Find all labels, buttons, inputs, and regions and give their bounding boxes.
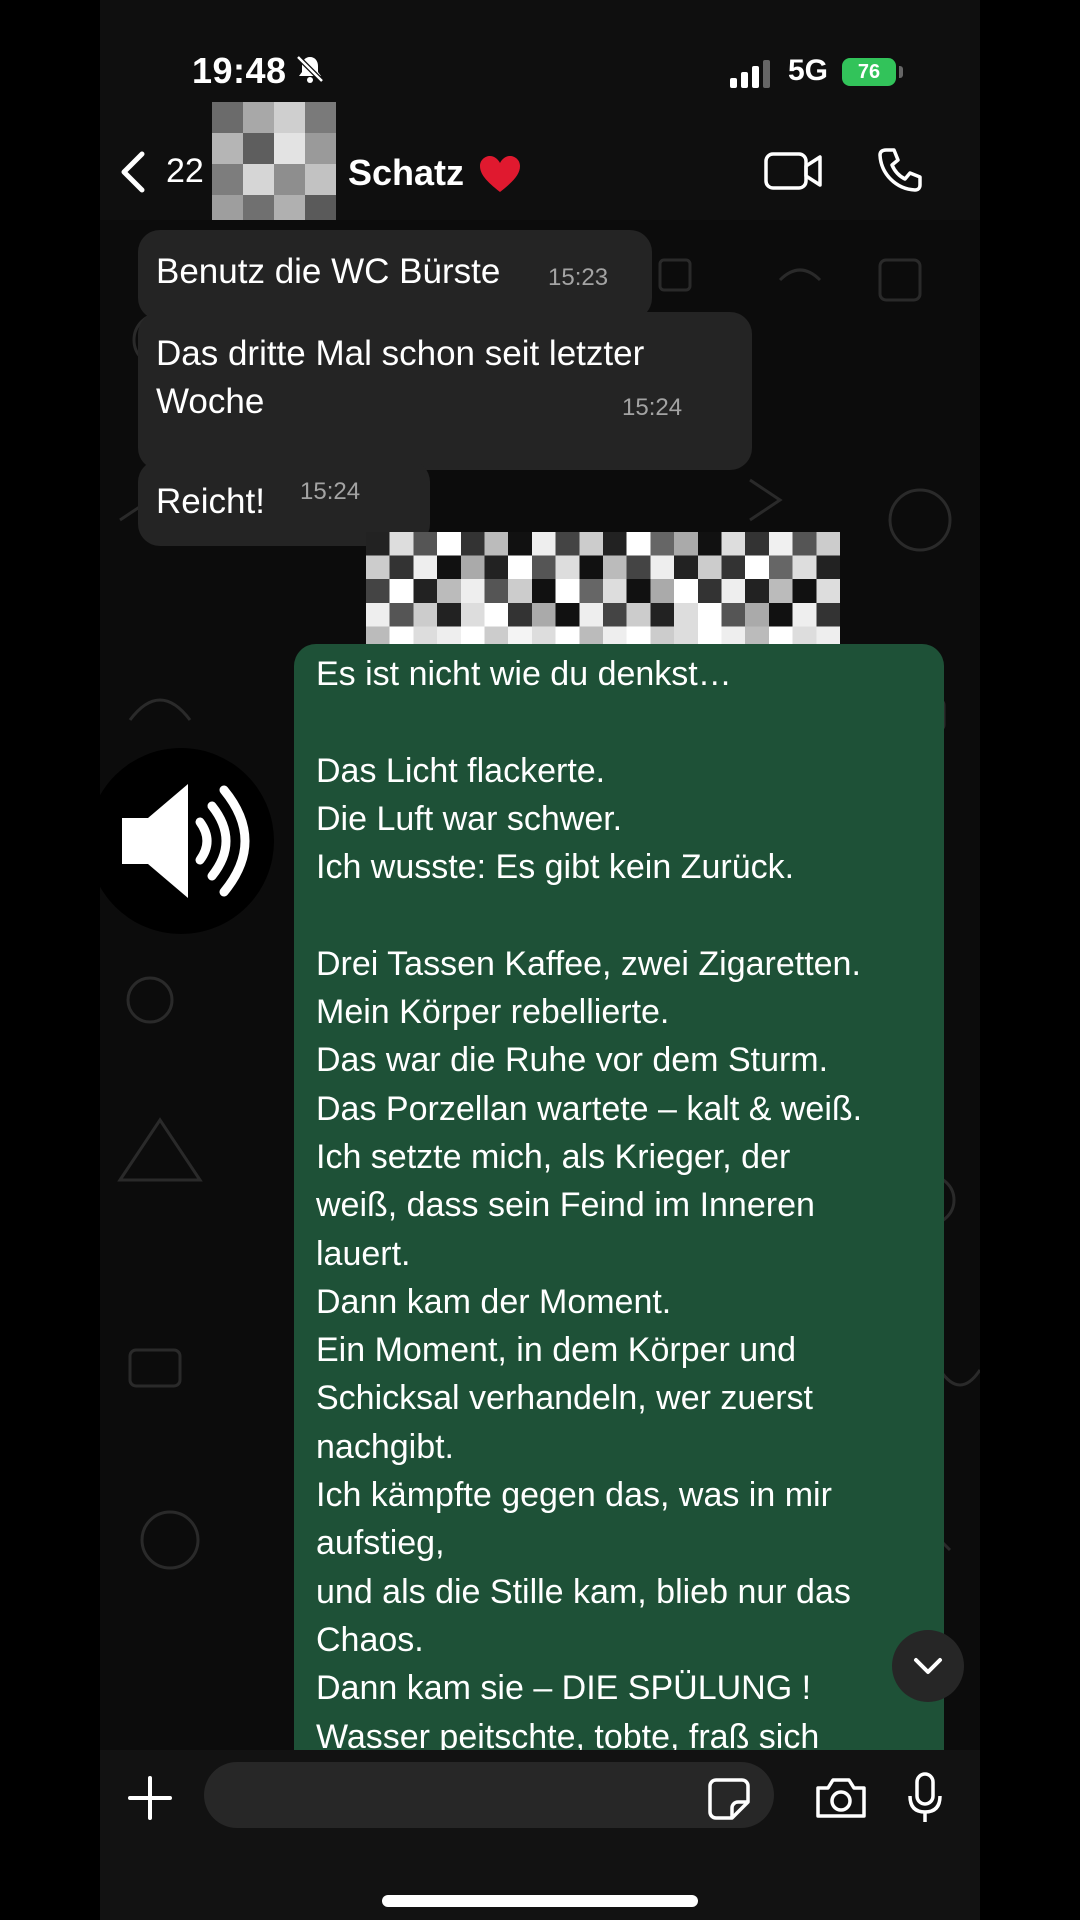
chevron-left-icon[interactable] xyxy=(116,150,152,199)
message-input[interactable] xyxy=(204,1762,774,1828)
network-type: 5G xyxy=(788,54,829,87)
speaker-volume-icon xyxy=(100,748,274,934)
battery-tip xyxy=(899,66,903,78)
plus-icon[interactable] xyxy=(128,1776,172,1825)
phone-screen: 19:48 5G 76 22 Schatz Benutz die WC Bürs… xyxy=(100,0,980,1920)
incoming-message[interactable]: Das dritte Mal schon seit letzter Woche xyxy=(138,312,752,470)
scroll-down-button[interactable] xyxy=(892,1630,964,1702)
message-time: 15:23 xyxy=(548,264,609,291)
chat-header: 22 Schatz xyxy=(100,102,980,226)
outgoing-message[interactable]: Es ist nicht wie du denkst… Das Licht fl… xyxy=(294,644,944,1750)
signal-icon xyxy=(730,60,774,93)
home-indicator[interactable] xyxy=(382,1895,698,1907)
phone-icon[interactable] xyxy=(876,146,924,199)
heart-icon xyxy=(478,154,522,199)
contact-name[interactable]: Schatz xyxy=(348,152,464,194)
message-text: Es ist nicht wie du denkst… Das Licht fl… xyxy=(316,655,863,1750)
message-text: Benutz die WC Bürste xyxy=(156,252,501,291)
status-time: 19:48 xyxy=(192,50,287,91)
unread-count[interactable]: 22 xyxy=(166,152,204,191)
microphone-icon[interactable] xyxy=(906,1772,944,1829)
camera-icon[interactable] xyxy=(814,1776,868,1825)
chevron-down-icon xyxy=(914,1658,942,1674)
video-call-icon[interactable] xyxy=(764,150,824,197)
message-text: Das dritte Mal schon seit letzter Woche xyxy=(156,334,645,421)
bell-slash-icon xyxy=(294,53,326,90)
chat-area[interactable]: Benutz die WC Bürste 15:23 Das dritte Ma… xyxy=(100,220,980,1750)
battery-icon: 76 xyxy=(842,58,896,86)
message-time: 15:24 xyxy=(300,478,361,505)
sticker-icon[interactable] xyxy=(708,1778,750,1825)
redacted-content xyxy=(366,532,840,650)
message-text: Reicht! xyxy=(156,482,265,521)
message-input-bar xyxy=(100,1750,980,1920)
avatar[interactable] xyxy=(212,102,336,226)
message-time: 15:24 xyxy=(622,394,683,421)
